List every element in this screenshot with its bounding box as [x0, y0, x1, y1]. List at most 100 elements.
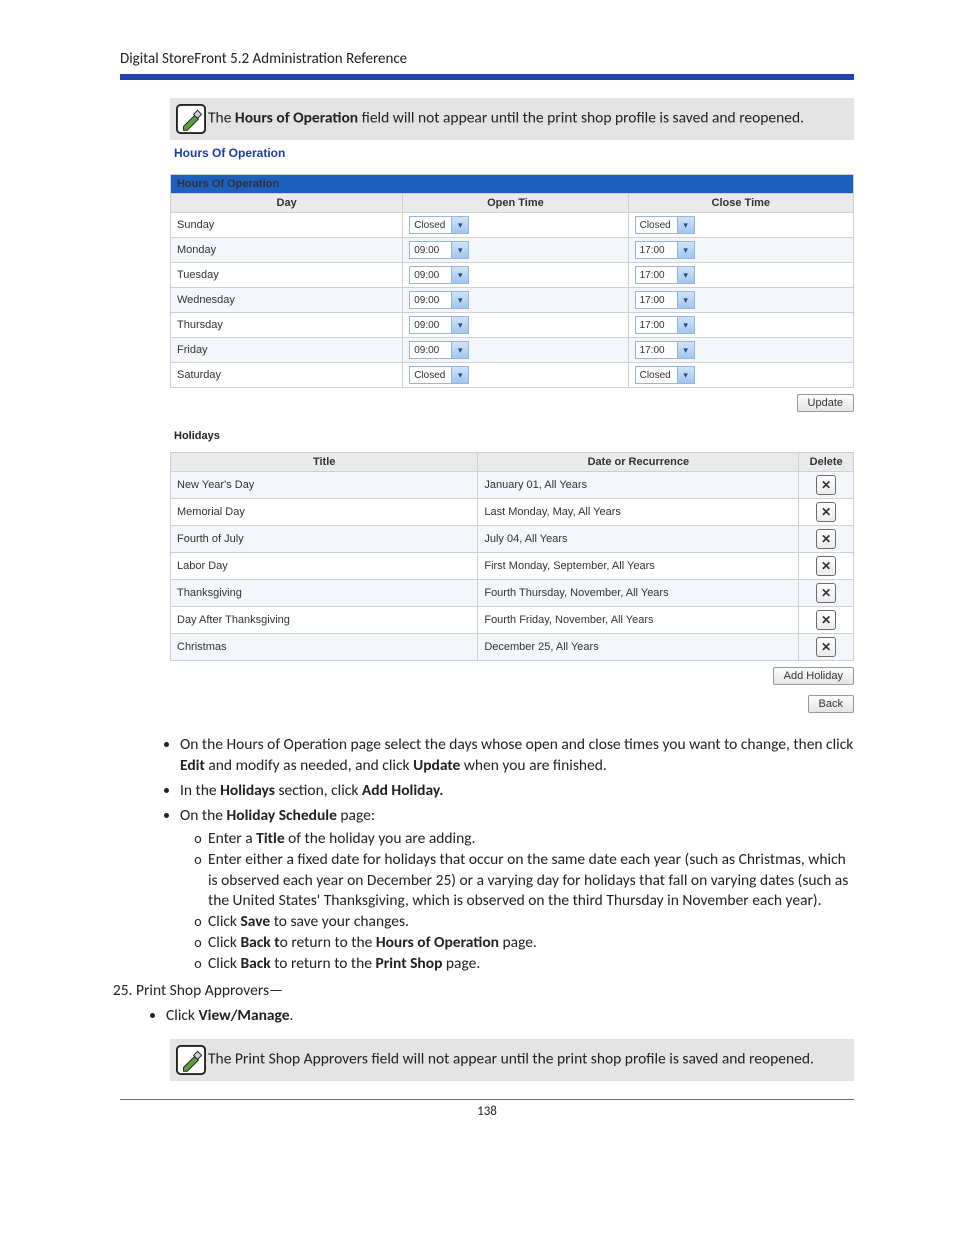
- open-cell: 09:00▾: [403, 238, 628, 263]
- table-row: Thursday09:00▾17:00▾: [171, 313, 854, 338]
- table-row: Fourth of JulyJuly 04, All Years ✕: [171, 526, 854, 553]
- add-holiday-button[interactable]: Add Holiday: [773, 667, 854, 685]
- close-cell: Closed▾: [628, 213, 853, 238]
- chevron-down-icon[interactable]: ▾: [451, 367, 468, 383]
- list-item: Click View/Manage.: [166, 1006, 854, 1027]
- dropdown-value: Closed: [636, 370, 677, 381]
- list-item: Click Back to return to the Hours of Ope…: [208, 933, 854, 954]
- update-button[interactable]: Update: [797, 394, 854, 412]
- page-number: 138: [120, 1104, 854, 1119]
- time-select[interactable]: Closed▾: [409, 216, 469, 234]
- close-cell: 17:00▾: [628, 313, 853, 338]
- holiday-title-cell: Labor Day: [171, 553, 478, 580]
- chevron-down-icon[interactable]: ▾: [677, 292, 694, 308]
- note-text: The: [208, 109, 235, 128]
- day-cell: Monday: [171, 238, 403, 263]
- note-hours: The Hours of Operation field will not ap…: [170, 98, 854, 140]
- time-select[interactable]: 09:00▾: [409, 266, 469, 284]
- dropdown-value: 09:00: [410, 345, 451, 356]
- table-row: Monday09:00▾17:00▾: [171, 238, 854, 263]
- day-cell: Sunday: [171, 213, 403, 238]
- dropdown-value: 17:00: [636, 270, 677, 281]
- pencil-icon: [176, 104, 206, 134]
- instructions: On the Hours of Operation page select th…: [120, 735, 854, 1081]
- table-row: Friday09:00▾17:00▾: [171, 338, 854, 363]
- hours-table: Hours Of Operation Day Open Time Close T…: [170, 174, 854, 388]
- table-row: Tuesday09:00▾17:00▾: [171, 263, 854, 288]
- delete-button[interactable]: ✕: [816, 556, 836, 576]
- delete-button[interactable]: ✕: [816, 529, 836, 549]
- delete-button[interactable]: ✕: [816, 610, 836, 630]
- dropdown-value: 17:00: [636, 345, 677, 356]
- delete-cell: ✕: [799, 472, 854, 499]
- list-item: Enter either a fixed date for holidays t…: [208, 850, 854, 913]
- holiday-date-cell: Last Monday, May, All Years: [478, 499, 799, 526]
- time-select[interactable]: 17:00▾: [635, 291, 695, 309]
- holidays-heading: Holidays: [174, 430, 854, 442]
- chevron-down-icon[interactable]: ▾: [677, 217, 694, 233]
- time-select[interactable]: 17:00▾: [635, 341, 695, 359]
- open-cell: 09:00▾: [403, 338, 628, 363]
- list-item: Click Back to return to the Print Shop p…: [208, 954, 854, 975]
- chevron-down-icon[interactable]: ▾: [677, 317, 694, 333]
- col-day: Day: [171, 194, 403, 213]
- close-icon: ✕: [821, 532, 831, 546]
- open-cell: Closed▾: [403, 363, 628, 388]
- time-select[interactable]: 09:00▾: [409, 341, 469, 359]
- close-cell: Closed▾: [628, 363, 853, 388]
- holiday-date-cell: July 04, All Years: [478, 526, 799, 553]
- time-select[interactable]: Closed▾: [635, 216, 695, 234]
- chevron-down-icon[interactable]: ▾: [451, 217, 468, 233]
- close-cell: 17:00▾: [628, 263, 853, 288]
- time-select[interactable]: 17:00▾: [635, 241, 695, 259]
- note-bold: Hours of Operation: [235, 109, 358, 128]
- day-cell: Saturday: [171, 363, 403, 388]
- holiday-title-cell: New Year's Day: [171, 472, 478, 499]
- day-cell: Tuesday: [171, 263, 403, 288]
- time-select[interactable]: Closed▾: [409, 366, 469, 384]
- table-row: New Year's DayJanuary 01, All Years✕: [171, 472, 854, 499]
- chevron-down-icon[interactable]: ▾: [451, 242, 468, 258]
- col-title: Title: [171, 453, 478, 472]
- time-select[interactable]: Closed▾: [635, 366, 695, 384]
- chevron-down-icon[interactable]: ▾: [451, 342, 468, 358]
- delete-cell: ✕: [799, 580, 854, 607]
- col-open: Open Time: [403, 194, 628, 213]
- hours-screenshot: Hours Of Operation Hours Of Operation Da…: [170, 146, 854, 713]
- time-select[interactable]: 17:00▾: [635, 316, 695, 334]
- chevron-down-icon[interactable]: ▾: [451, 317, 468, 333]
- chevron-down-icon[interactable]: ▾: [677, 242, 694, 258]
- time-select[interactable]: 17:00▾: [635, 266, 695, 284]
- delete-button[interactable]: ✕: [816, 475, 836, 495]
- time-select[interactable]: 09:00▾: [409, 316, 469, 334]
- delete-button[interactable]: ✕: [816, 583, 836, 603]
- dropdown-value: 09:00: [410, 270, 451, 281]
- table-row: Wednesday09:00▾17:00▾: [171, 288, 854, 313]
- chevron-down-icon[interactable]: ▾: [677, 342, 694, 358]
- delete-button[interactable]: ✕: [816, 637, 836, 657]
- chevron-down-icon[interactable]: ▾: [451, 292, 468, 308]
- dropdown-value: Closed: [410, 370, 451, 381]
- delete-cell: ✕: [799, 499, 854, 526]
- dropdown-value: Closed: [636, 220, 677, 231]
- delete-button[interactable]: ✕: [816, 502, 836, 522]
- close-cell: 17:00▾: [628, 288, 853, 313]
- col-date: Date or Recurrence: [478, 453, 799, 472]
- chevron-down-icon[interactable]: ▾: [677, 267, 694, 283]
- dropdown-value: 17:00: [636, 245, 677, 256]
- delete-cell: ✕: [799, 634, 854, 661]
- back-button[interactable]: Back: [808, 695, 854, 713]
- chevron-down-icon[interactable]: ▾: [677, 367, 694, 383]
- note-approvers: The Print Shop Approvers field will not …: [170, 1039, 854, 1081]
- time-select[interactable]: 09:00▾: [409, 291, 469, 309]
- col-delete: Delete: [799, 453, 854, 472]
- chevron-down-icon[interactable]: ▾: [451, 267, 468, 283]
- dropdown-value: 09:00: [410, 295, 451, 306]
- close-cell: 17:00▾: [628, 338, 853, 363]
- open-cell: 09:00▾: [403, 288, 628, 313]
- list-item: Click Save to save your changes.: [208, 912, 854, 933]
- dropdown-value: 09:00: [410, 320, 451, 331]
- holiday-title-cell: Fourth of July: [171, 526, 478, 553]
- time-select[interactable]: 09:00▾: [409, 241, 469, 259]
- list-item: In the Holidays section, click Add Holid…: [180, 781, 854, 802]
